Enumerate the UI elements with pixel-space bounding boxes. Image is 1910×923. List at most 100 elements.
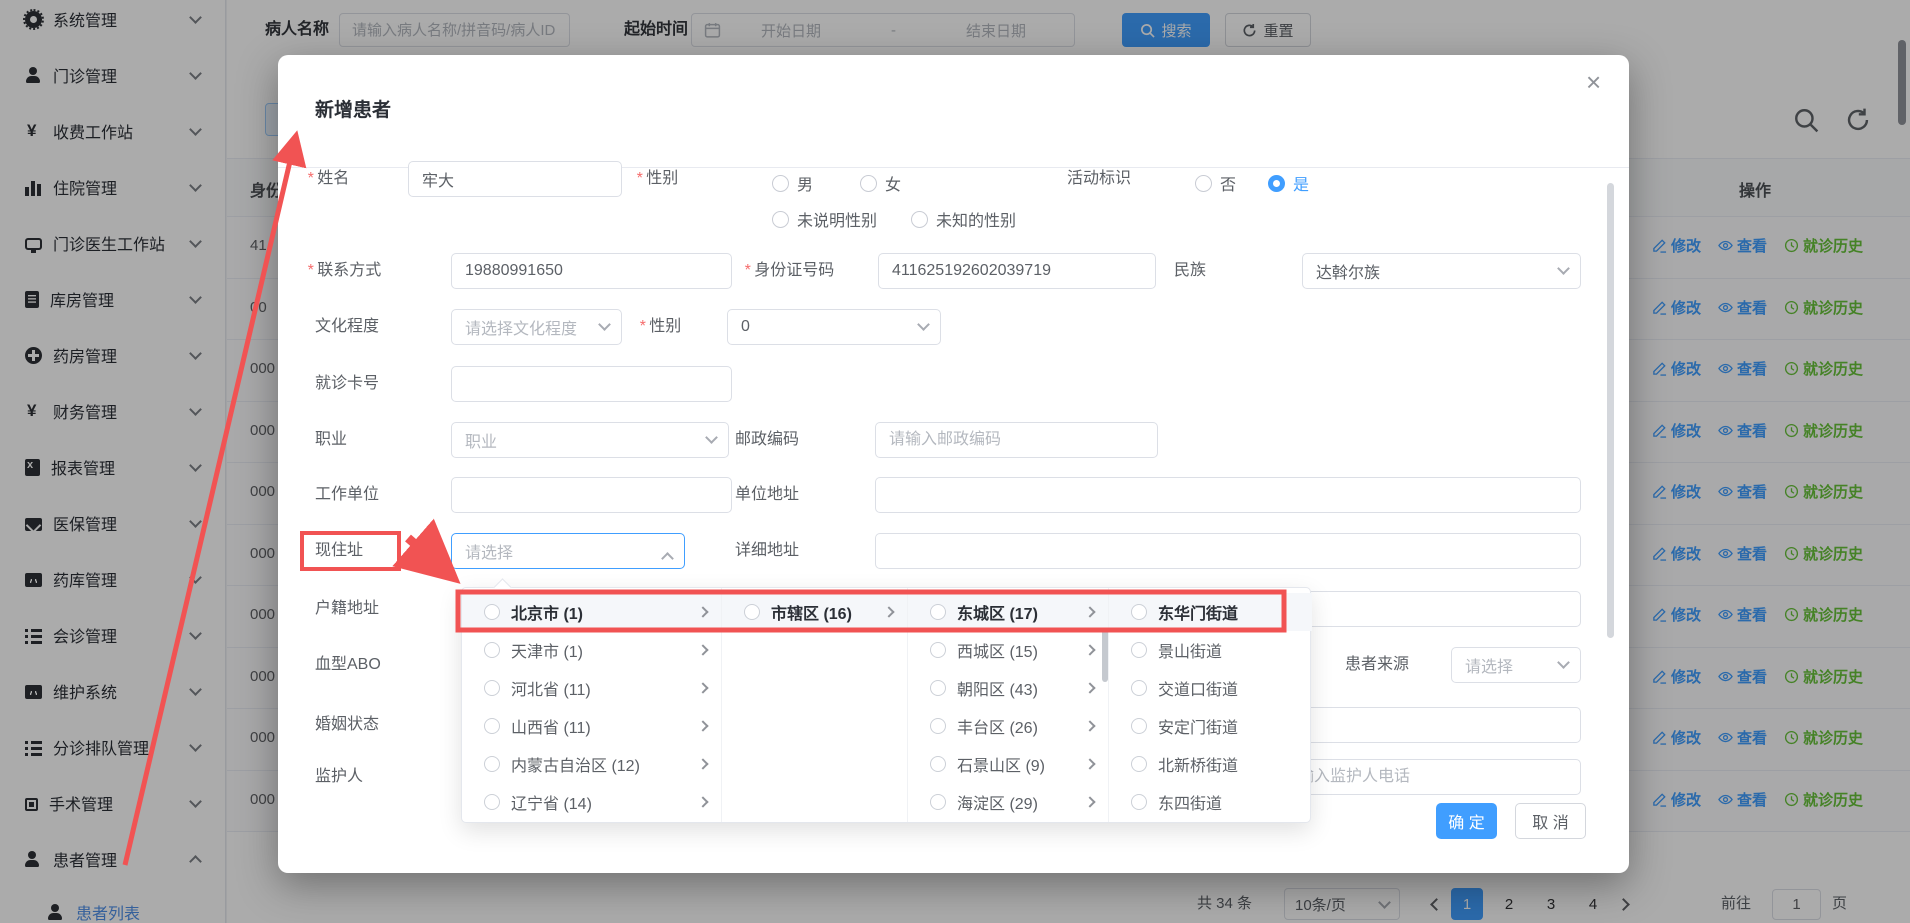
radio-icon[interactable] bbox=[772, 211, 789, 228]
detail-address-label: 详细地址 bbox=[735, 533, 799, 569]
radio-icon[interactable] bbox=[484, 718, 500, 734]
chevron-right-icon bbox=[1084, 682, 1095, 693]
radio-checked-icon[interactable] bbox=[1268, 175, 1285, 192]
chevron-right-icon bbox=[697, 758, 708, 769]
chevron-right-icon bbox=[697, 682, 708, 693]
confirm-button[interactable]: 确 定 bbox=[1436, 803, 1497, 839]
chevron-right-icon bbox=[1084, 606, 1095, 617]
radio-icon[interactable] bbox=[930, 794, 946, 810]
active-flag-option-no[interactable]: 否 bbox=[1195, 171, 1236, 195]
cascader-option[interactable]: 海淀区 (29) bbox=[908, 783, 1108, 821]
cascader-column-3: 东城区 (17) 西城区 (15) 朝阳区 (43) 丰台区 (26) 石景山区… bbox=[908, 588, 1109, 822]
radio-icon[interactable] bbox=[1131, 718, 1147, 734]
close-icon[interactable]: × bbox=[1586, 69, 1601, 95]
patient-source-select[interactable]: 请选择 bbox=[1451, 647, 1581, 683]
occupation-select[interactable]: 职业 bbox=[451, 422, 729, 458]
gender-option-unspecified[interactable]: 未说明性别 bbox=[772, 207, 877, 231]
chevron-right-icon bbox=[1084, 644, 1095, 655]
registered-address-right-input[interactable] bbox=[1268, 591, 1581, 627]
gender-select[interactable]: 0 bbox=[727, 309, 941, 345]
cascader-option[interactable]: 北京市 (1) bbox=[462, 593, 721, 631]
current-address-cascader[interactable]: 请选择 bbox=[451, 533, 685, 569]
education-label: 文化程度 bbox=[315, 309, 379, 345]
radio-icon[interactable] bbox=[930, 642, 946, 658]
radio-icon[interactable] bbox=[772, 175, 789, 192]
occupation-label: 职业 bbox=[315, 422, 347, 458]
chevron-right-icon bbox=[1084, 758, 1095, 769]
cascader-column-4: 东华门街道 景山街道 交道口街道 安定门街道 北新桥街道 东四街道 bbox=[1109, 588, 1312, 822]
employer-input[interactable] bbox=[451, 477, 732, 513]
contact-input[interactable] bbox=[451, 253, 732, 289]
cancel-button[interactable]: 取 消 bbox=[1515, 803, 1586, 839]
gender-select-label: *性别 bbox=[639, 309, 681, 345]
radio-icon[interactable] bbox=[930, 604, 946, 620]
radio-icon[interactable] bbox=[484, 680, 500, 696]
radio-icon[interactable] bbox=[484, 794, 500, 810]
cascader-option[interactable]: 市辖区 (16) bbox=[722, 593, 907, 631]
cascader-option[interactable]: 交道口街道 bbox=[1109, 669, 1312, 707]
cascader-option[interactable]: 天津市 (1) bbox=[462, 631, 721, 669]
chevron-up-icon bbox=[661, 552, 674, 565]
radio-icon[interactable] bbox=[1131, 604, 1147, 620]
gender-option-male[interactable]: 男 bbox=[772, 171, 813, 195]
detail-address-input[interactable] bbox=[875, 533, 1581, 569]
radio-icon[interactable] bbox=[484, 756, 500, 772]
radio-icon[interactable] bbox=[930, 756, 946, 772]
dialog-scrollbar[interactable] bbox=[1607, 183, 1614, 638]
cascader-option[interactable]: 东华门街道 bbox=[1109, 593, 1312, 631]
radio-icon[interactable] bbox=[1131, 756, 1147, 772]
add-patient-dialog: 新增患者 × *姓名 *性别 男 女 活动标识 否 是 未说明性别 未知的性别 … bbox=[278, 55, 1629, 873]
gender-option-female[interactable]: 女 bbox=[860, 171, 901, 195]
radio-icon[interactable] bbox=[1131, 794, 1147, 810]
employer-address-label: 单位地址 bbox=[735, 477, 799, 513]
chevron-right-icon bbox=[697, 644, 708, 655]
radio-icon[interactable] bbox=[1195, 175, 1212, 192]
cascader-option[interactable]: 北新桥街道 bbox=[1109, 745, 1312, 783]
radio-icon[interactable] bbox=[484, 642, 500, 658]
cascader-option[interactable]: 朝阳区 (43) bbox=[908, 669, 1108, 707]
blood-type-label: 血型ABO bbox=[315, 647, 381, 683]
guardian-label: 监护人 bbox=[315, 759, 363, 795]
cascader-option[interactable]: 安定门街道 bbox=[1109, 707, 1312, 745]
radio-icon[interactable] bbox=[1131, 642, 1147, 658]
radio-icon[interactable] bbox=[744, 604, 760, 620]
chevron-right-icon bbox=[1084, 796, 1095, 807]
active-flag-option-yes[interactable]: 是 bbox=[1268, 171, 1309, 195]
ethnicity-select[interactable]: 达斡尔族 bbox=[1302, 253, 1581, 289]
active-flag-label: 活动标识 bbox=[1067, 161, 1131, 197]
cascader-option[interactable]: 内蒙古自治区 (12) bbox=[462, 745, 721, 783]
radio-icon[interactable] bbox=[930, 680, 946, 696]
cascader-option[interactable]: 西城区 (15) bbox=[908, 631, 1108, 669]
id-number-label: *身份证号码 bbox=[744, 253, 834, 289]
name-input[interactable] bbox=[408, 161, 622, 197]
chevron-down-icon bbox=[705, 431, 718, 444]
cascader-option[interactable]: 丰台区 (26) bbox=[908, 707, 1108, 745]
cascader-option[interactable]: 石景山区 (9) bbox=[908, 745, 1108, 783]
education-select[interactable]: 请选择文化程度 bbox=[451, 309, 622, 345]
card-no-input[interactable] bbox=[451, 366, 732, 402]
marital-right-input[interactable] bbox=[1268, 707, 1581, 743]
guardian-phone-input[interactable] bbox=[1268, 759, 1581, 795]
radio-icon[interactable] bbox=[911, 211, 928, 228]
postcode-input[interactable] bbox=[875, 422, 1158, 458]
employer-label: 工作单位 bbox=[315, 477, 379, 513]
gender-option-unknown[interactable]: 未知的性别 bbox=[911, 207, 1016, 231]
cascader-option[interactable]: 河北省 (11) bbox=[462, 669, 721, 707]
cascader-option[interactable]: 东城区 (17) bbox=[908, 593, 1108, 631]
cascader-option[interactable]: 景山街道 bbox=[1109, 631, 1312, 669]
marital-status-label: 婚姻状态 bbox=[315, 707, 379, 743]
radio-icon[interactable] bbox=[930, 718, 946, 734]
contact-label: *联系方式 bbox=[307, 253, 381, 289]
radio-icon[interactable] bbox=[1131, 680, 1147, 696]
cascader-option[interactable]: 辽宁省 (14) bbox=[462, 783, 721, 821]
radio-icon[interactable] bbox=[484, 604, 500, 620]
id-number-input[interactable] bbox=[878, 253, 1156, 289]
radio-icon[interactable] bbox=[860, 175, 877, 192]
registered-address-label: 户籍地址 bbox=[315, 591, 379, 627]
chevron-right-icon bbox=[697, 796, 708, 807]
gender-label: *性别 bbox=[636, 161, 678, 197]
employer-address-input[interactable] bbox=[875, 477, 1581, 513]
chevron-down-icon bbox=[1557, 656, 1570, 669]
cascader-option[interactable]: 山西省 (11) bbox=[462, 707, 721, 745]
cascader-option[interactable]: 东四街道 bbox=[1109, 783, 1312, 821]
